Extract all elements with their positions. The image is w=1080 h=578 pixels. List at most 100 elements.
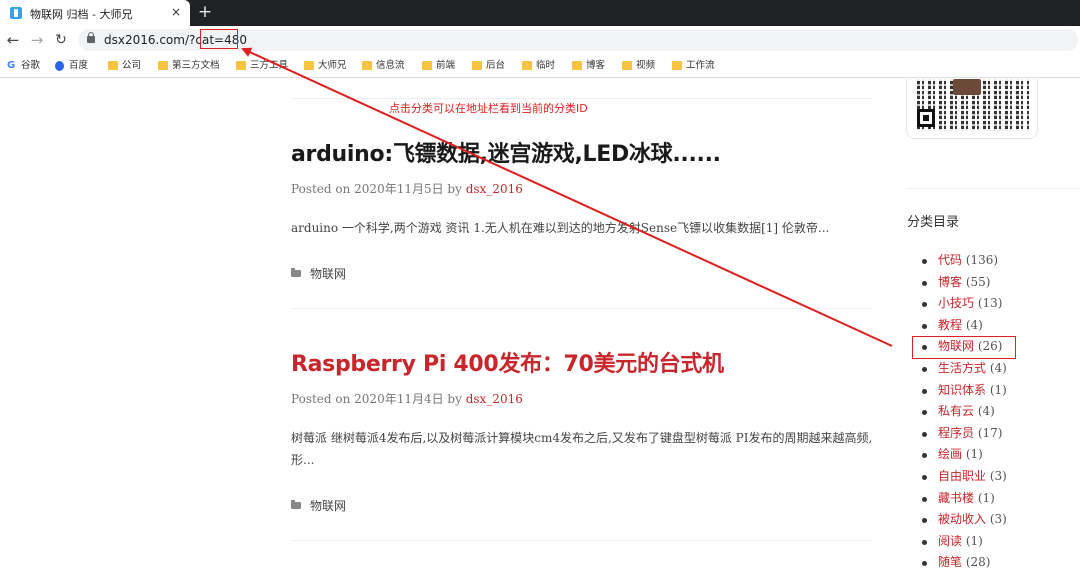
category-link[interactable]: 自由职业 xyxy=(938,469,986,483)
bookmark-feed[interactable]: 信息流 xyxy=(362,59,405,73)
bookmarks-bar: G 谷歌 百度 公司 第三方文档 三方工具 大师兄 信息流 前端 后台 临时 博客… xyxy=(0,54,1080,78)
qr-code-widget xyxy=(906,79,1038,139)
page-content: 点击分类可以在地址栏看到当前的分类ID arduino:飞镖数据,迷宫游戏,LE… xyxy=(0,79,1080,578)
category-link[interactable]: 教程 xyxy=(938,318,962,332)
category-count: (1) xyxy=(977,490,995,505)
category-count: (4) xyxy=(965,317,983,332)
category-count: (17) xyxy=(977,425,1003,440)
category-item[interactable]: 被动收入 (3) xyxy=(922,509,1007,531)
bookmark-third-party-docs[interactable]: 第三方文档 xyxy=(158,59,220,73)
google-icon: G xyxy=(7,60,16,71)
lock-icon[interactable] xyxy=(87,32,95,43)
forward-icon[interactable]: → xyxy=(28,31,46,49)
post-category: 物联网 xyxy=(291,265,346,282)
post-divider xyxy=(291,540,872,541)
category-item[interactable]: 博客 (55) xyxy=(922,272,1007,294)
post-excerpt: arduino 一个科学,两个游戏 资讯 1.无人机在难以到达的地方发射Sens… xyxy=(291,221,830,235)
post-title[interactable]: arduino:飞镖数据,迷宫游戏,LED冰球...... xyxy=(291,136,721,168)
category-item[interactable]: 小技巧 (13) xyxy=(922,293,1007,315)
url-highlight-box xyxy=(200,29,238,49)
folder-icon xyxy=(422,61,432,70)
category-link[interactable]: 藏书楼 xyxy=(938,491,974,505)
category-link[interactable]: 博客 xyxy=(938,275,962,289)
bookmark-temp[interactable]: 临时 xyxy=(522,59,555,73)
post-category-link[interactable]: 物联网 xyxy=(310,499,346,513)
category-list: 代码 (136) 博客 (55) 小技巧 (13) 教程 (4) 物联网 (26… xyxy=(922,250,1007,574)
category-link[interactable]: 知识体系 xyxy=(938,383,986,397)
browser-toolbar: ← → ↻ dsx2016.com/?cat=480 xyxy=(0,26,1080,54)
category-link[interactable]: 程序员 xyxy=(938,426,974,440)
bookmark-third-party-tools[interactable]: 三方工具 xyxy=(236,59,288,73)
category-link[interactable]: 阅读 xyxy=(938,534,962,548)
annotation-note: 点击分类可以在地址栏看到当前的分类ID xyxy=(389,102,588,115)
folder-icon xyxy=(472,61,482,70)
post-author-link[interactable]: dsx_2016 xyxy=(466,182,523,196)
category-link[interactable]: 代码 xyxy=(938,253,962,267)
category-count: (4) xyxy=(977,404,995,419)
category-count: (3) xyxy=(989,512,1007,527)
post-date: Posted on 2020年11月5日 by xyxy=(291,182,466,196)
bookmark-company[interactable]: 公司 xyxy=(108,59,141,73)
category-count: (1) xyxy=(965,447,983,462)
folder-icon xyxy=(672,61,682,70)
bookmark-baidu[interactable]: 百度 xyxy=(55,59,88,73)
post-meta: Posted on 2020年11月5日 by dsx_2016 xyxy=(291,180,523,197)
browser-tab[interactable]: 物联网 归档 - 大师兄 × xyxy=(0,0,190,26)
sidebar-divider xyxy=(906,188,1080,189)
category-item[interactable]: 绘画 (1) xyxy=(922,444,1007,466)
category-item[interactable]: 阅读 (1) xyxy=(922,531,1007,553)
category-item[interactable]: 生活方式 (4) xyxy=(922,358,1007,380)
back-icon[interactable]: ← xyxy=(4,31,22,49)
category-link[interactable]: 小技巧 xyxy=(938,296,974,310)
post-excerpt: 树莓派 继树莓派4发布后,以及树莓派计算模块cm4发布之后,又发布了键盘型树莓派… xyxy=(291,431,873,467)
category-item[interactable]: 随笔 (28) xyxy=(922,552,1007,574)
bookmark-backend[interactable]: 后台 xyxy=(472,59,505,73)
post-author-link[interactable]: dsx_2016 xyxy=(466,392,523,406)
category-count: (1) xyxy=(965,533,983,548)
post-divider xyxy=(291,98,872,99)
category-count: (1) xyxy=(989,382,1007,397)
new-tab-button[interactable]: + xyxy=(196,3,214,21)
folder-icon xyxy=(291,268,301,277)
folder-icon xyxy=(158,61,168,70)
bookmark-workflow[interactable]: 工作流 xyxy=(672,59,715,73)
category-heading: 分类目录 xyxy=(907,215,960,230)
folder-icon xyxy=(362,61,372,70)
bookmark-dashixiong[interactable]: 大师兄 xyxy=(304,59,347,73)
baidu-icon xyxy=(55,61,64,71)
category-link[interactable]: 随笔 xyxy=(938,555,962,569)
post-title[interactable]: Raspberry Pi 400发布：70美元的台式机 xyxy=(291,346,724,378)
tab-strip: 物联网 归档 - 大师兄 × + xyxy=(0,0,1080,26)
category-link[interactable]: 私有云 xyxy=(938,404,974,418)
folder-icon xyxy=(108,61,118,70)
category-item[interactable]: 程序员 (17) xyxy=(922,423,1007,445)
bookmark-video[interactable]: 视频 xyxy=(622,59,655,73)
folder-icon xyxy=(572,61,582,70)
post-divider xyxy=(291,308,872,309)
category-link[interactable]: 被动收入 xyxy=(938,512,986,526)
category-item[interactable]: 私有云 (4) xyxy=(922,401,1007,423)
category-item[interactable]: 自由职业 (3) xyxy=(922,466,1007,488)
folder-icon xyxy=(304,61,314,70)
folder-icon xyxy=(522,61,532,70)
post-meta: Posted on 2020年11月4日 by dsx_2016 xyxy=(291,390,523,407)
bookmark-blog[interactable]: 博客 xyxy=(572,59,605,73)
category-link[interactable]: 绘画 xyxy=(938,447,962,461)
category-count: (3) xyxy=(989,468,1007,483)
category-item[interactable]: 代码 (136) xyxy=(922,250,1007,272)
qr-finder-pattern xyxy=(917,109,935,127)
tab-close-icon[interactable]: × xyxy=(169,5,183,19)
bookmark-google[interactable]: G 谷歌 xyxy=(7,59,40,73)
post-category-link[interactable]: 物联网 xyxy=(310,267,346,281)
category-item[interactable]: 教程 (4) xyxy=(922,315,1007,337)
folder-icon xyxy=(622,61,632,70)
bookmark-frontend[interactable]: 前端 xyxy=(422,59,455,73)
category-link[interactable]: 生活方式 xyxy=(938,361,986,375)
folder-icon xyxy=(291,500,301,509)
category-count: (4) xyxy=(989,360,1007,375)
qr-center-photo xyxy=(953,79,981,95)
category-item[interactable]: 知识体系 (1) xyxy=(922,380,1007,402)
category-item[interactable]: 藏书楼 (1) xyxy=(922,488,1007,510)
reload-icon[interactable]: ↻ xyxy=(52,31,70,49)
category-count: (28) xyxy=(965,555,991,570)
